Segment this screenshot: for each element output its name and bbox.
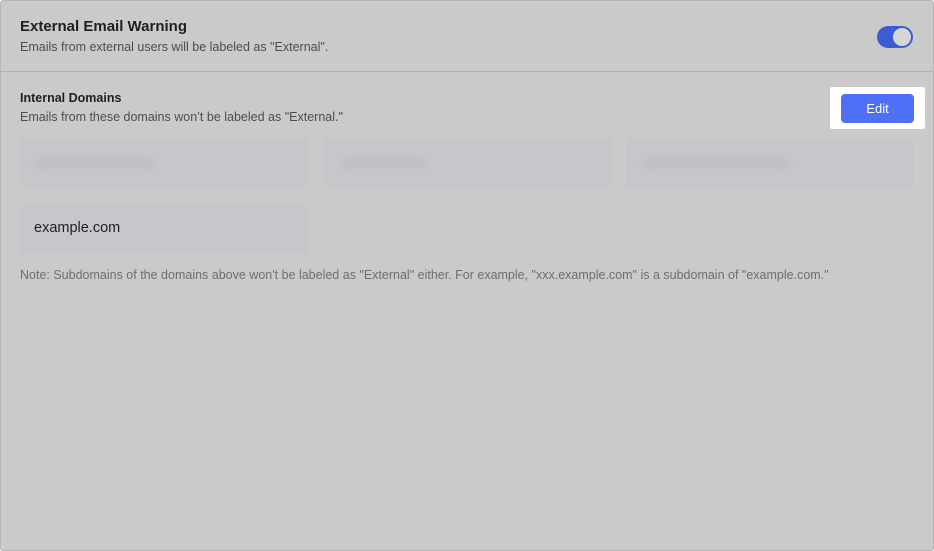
domain-item-redacted [626,138,914,188]
redacted-domain-text [34,157,154,169]
external-warning-title: External Email Warning [20,18,187,35]
external-email-warning-section: External Email Warning Emails from exter… [1,1,933,72]
domain-item-redacted [323,138,612,188]
edit-button[interactable]: Edit [841,94,914,123]
toggle-knob [893,28,911,46]
domain-item: example.com [20,204,309,254]
internal-domains-title: Internal Domains [20,91,122,105]
redacted-domain-text [644,157,789,169]
domain-item-redacted [20,138,309,188]
internal-domains-description: Emails from these domains won’t be label… [20,110,343,124]
external-warning-description: Emails from external users will be label… [20,40,329,54]
redacted-domain-text [341,157,426,169]
edit-button-highlight: Edit [830,87,925,129]
settings-panel: External Email Warning Emails from exter… [0,0,934,551]
subdomain-note: Note: Subdomains of the domains above wo… [20,268,829,282]
external-warning-toggle[interactable] [877,26,913,48]
domain-text: example.com [34,220,121,236]
